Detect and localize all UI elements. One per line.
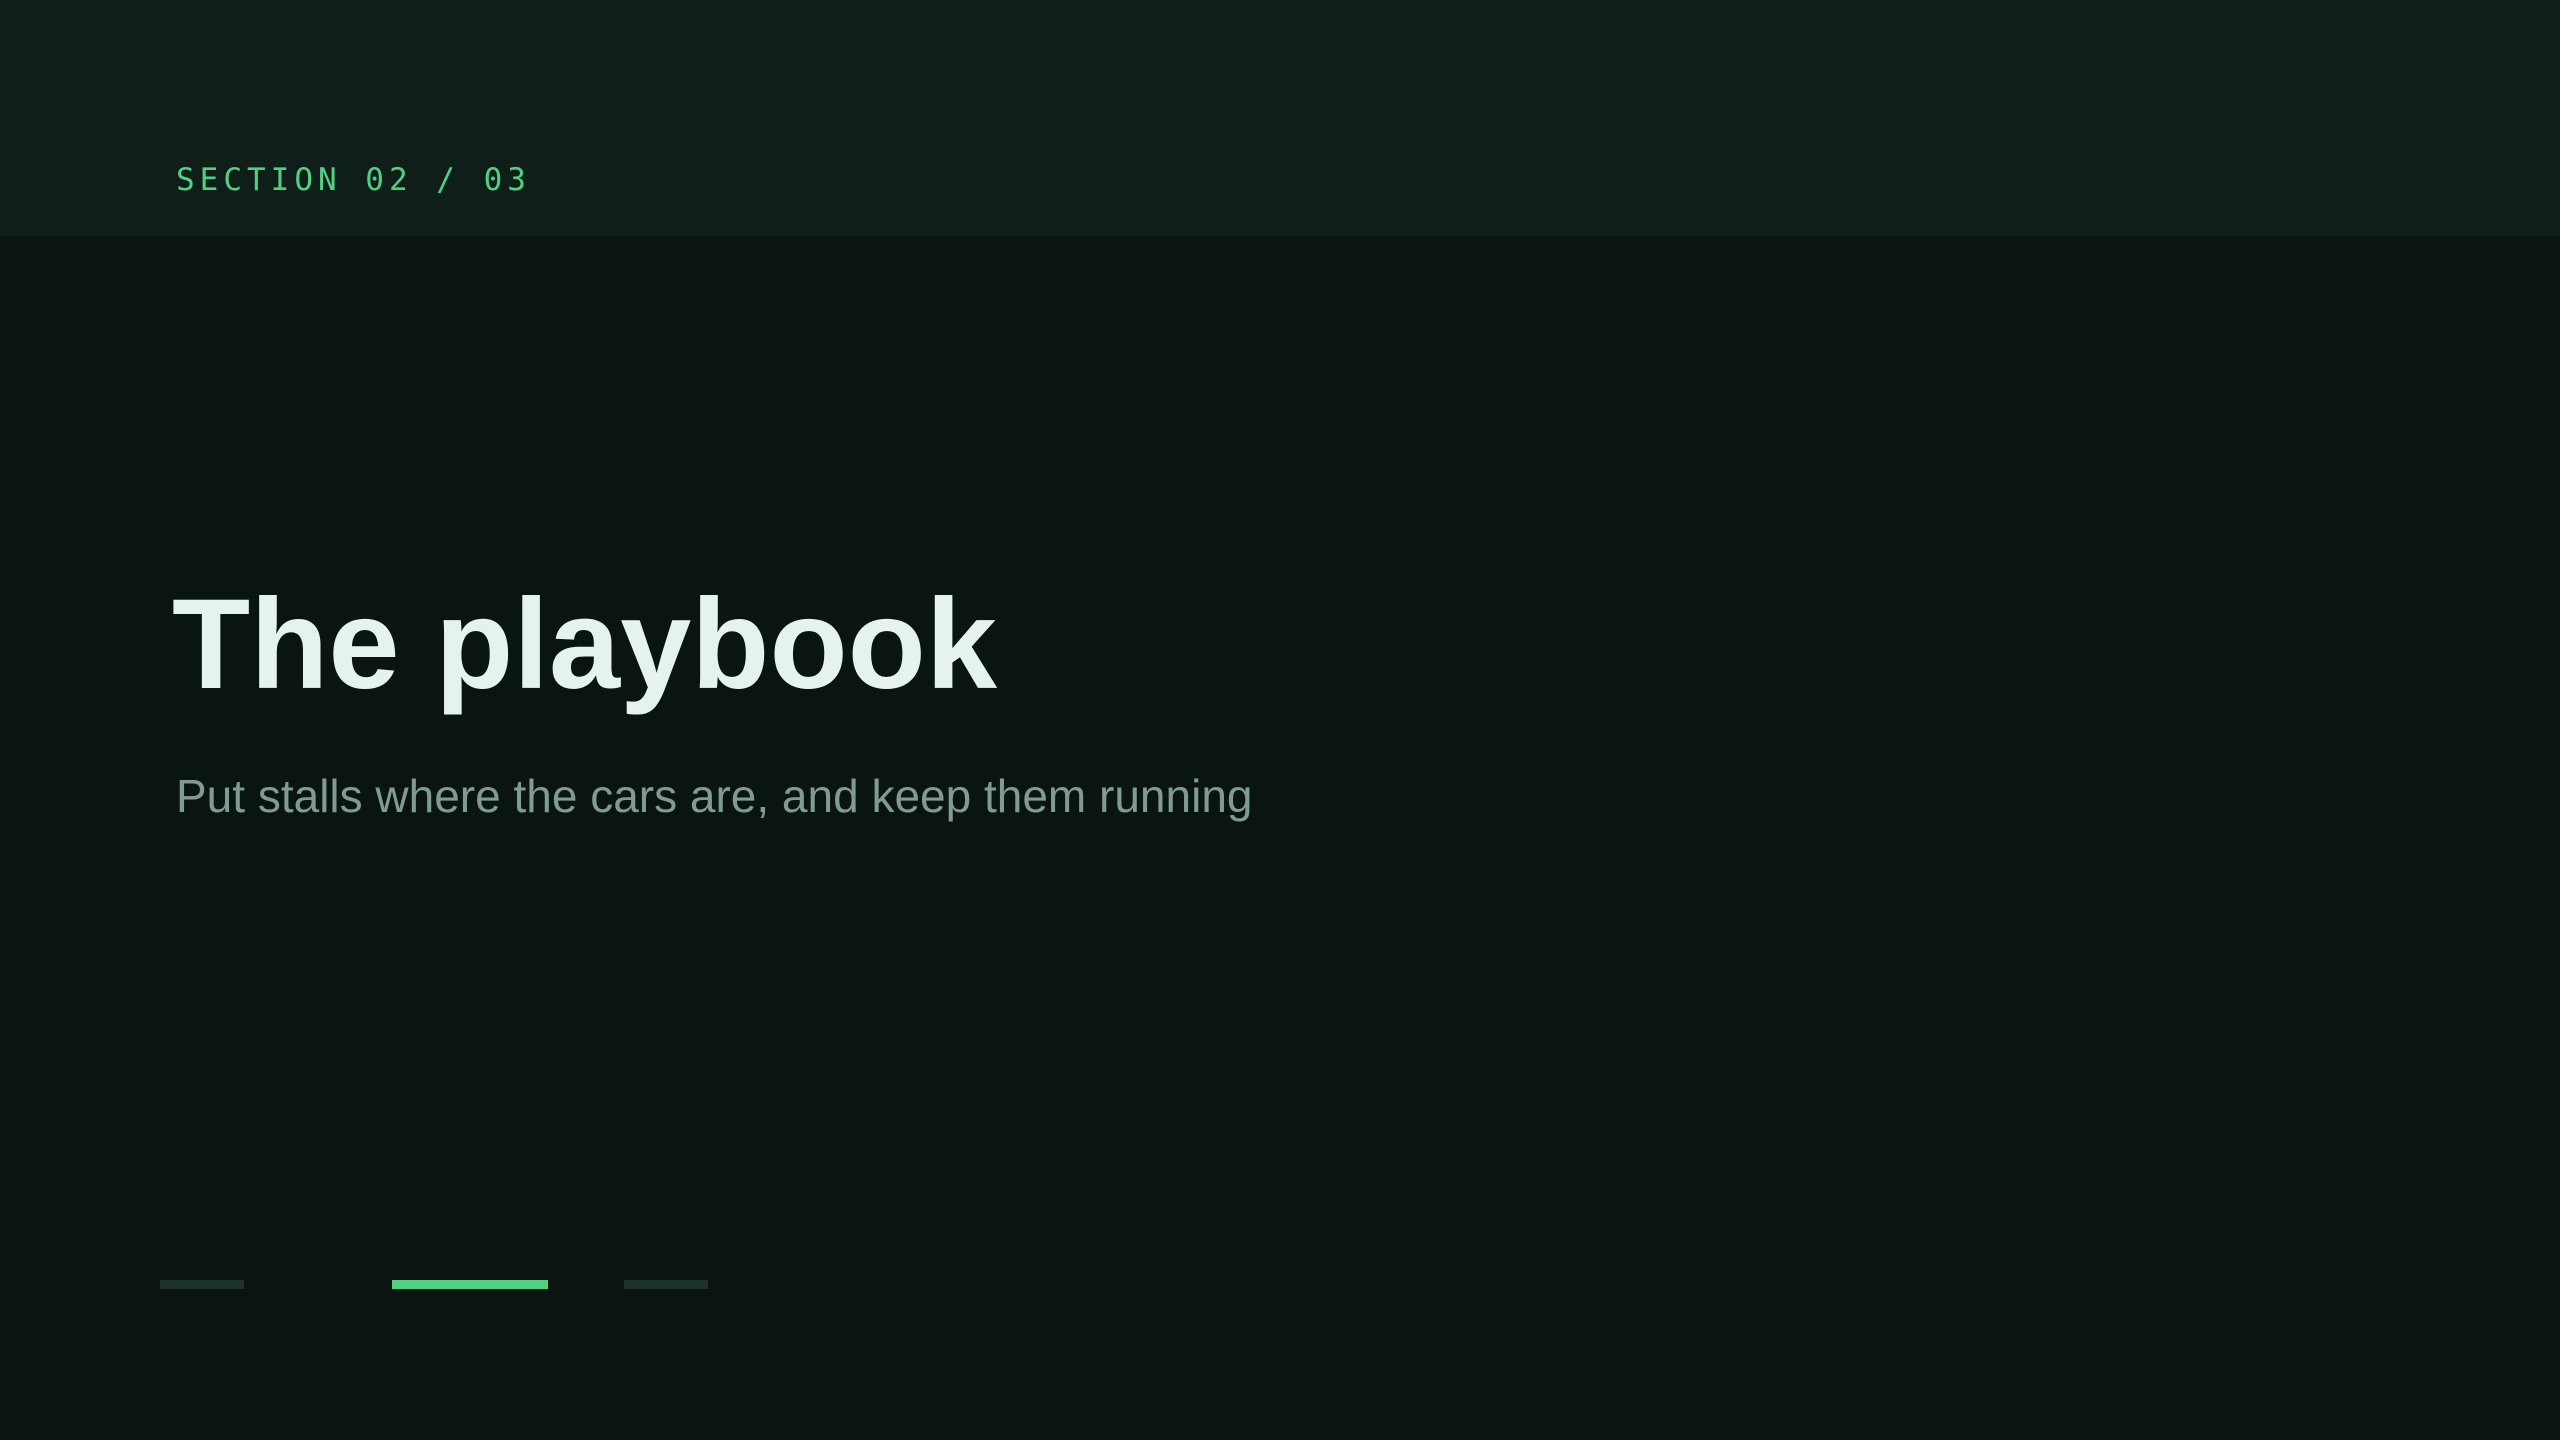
- page-title: The playbook: [172, 573, 997, 716]
- header-band: [0, 0, 2560, 236]
- section-label: SECTION 02 / 03: [176, 162, 531, 198]
- page-subtitle: Put stalls where the cars are, and keep …: [176, 770, 1253, 822]
- progress-segment-section-1[interactable]: [160, 1280, 244, 1289]
- progress-segment-section-2[interactable]: [392, 1280, 548, 1289]
- progress-segment-section-3[interactable]: [624, 1280, 708, 1289]
- slide: SECTION 02 / 03 The playbook Put stalls …: [0, 0, 2560, 1440]
